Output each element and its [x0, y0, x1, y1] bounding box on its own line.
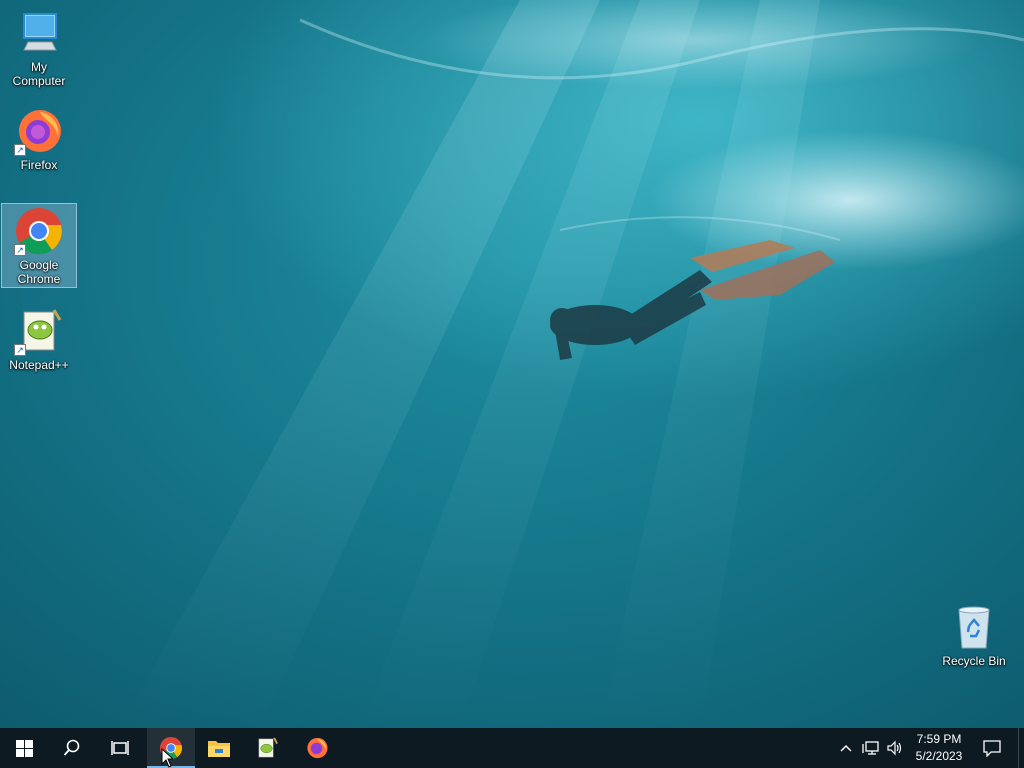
clock[interactable]: 7:59 PM 5/2/2023 [906, 728, 972, 768]
notepadpp-icon: ↗ [14, 306, 64, 356]
volume-button[interactable] [884, 728, 906, 768]
shortcut-arrow-icon: ↗ [14, 144, 26, 156]
desktop-icon-label: Google Chrome [17, 258, 61, 286]
show-hidden-icons-button[interactable] [836, 728, 856, 768]
shortcut-arrow-icon: ↗ [14, 344, 26, 356]
start-button[interactable] [0, 728, 48, 768]
desktop-icon-label: Recycle Bin [942, 654, 1006, 668]
desktop-icon-my-computer[interactable]: My Computer [1, 6, 77, 88]
desktop-icon-label: My Computer [12, 60, 66, 88]
recycle-bin-icon [949, 602, 999, 652]
chrome-icon: ↗ [14, 206, 64, 256]
desktop-icon-firefox[interactable]: ↗ Firefox [1, 104, 77, 172]
desktop-icon-notepadpp[interactable]: ↗ Notepad++ [1, 304, 77, 372]
desktop-icon-recycle-bin[interactable]: Recycle Bin [936, 600, 1012, 668]
action-center-button[interactable] [978, 728, 1006, 768]
mouse-cursor-icon [161, 748, 173, 768]
speaker-icon [887, 740, 902, 756]
task-view-button[interactable] [96, 728, 144, 768]
desktop-icon-label: Firefox [20, 158, 58, 172]
network-icon [862, 741, 879, 755]
search-icon [63, 739, 80, 756]
notification-icon [983, 740, 1001, 757]
task-view-icon [111, 741, 129, 755]
firefox-icon: ↗ [14, 106, 64, 156]
file-explorer-icon [208, 741, 230, 757]
clock-date: 5/2/2023 [915, 749, 963, 763]
taskbar: 7:59 PM 5/2/2023 [0, 728, 1024, 768]
windows-logo-icon [15, 739, 33, 757]
desktop-icon-label: Notepad++ [9, 358, 69, 372]
shortcut-arrow-icon: ↗ [14, 244, 26, 256]
taskbar-file-explorer-button[interactable] [195, 728, 243, 768]
search-button[interactable] [48, 728, 96, 768]
computer-icon [14, 8, 64, 58]
chevron-up-icon [840, 744, 852, 752]
show-desktop-button[interactable] [1018, 728, 1024, 768]
notepadpp-icon [258, 737, 278, 758]
desktop-wallpaper [120, 0, 1024, 728]
clock-time: 7:59 PM [916, 732, 962, 746]
network-button[interactable] [858, 728, 884, 768]
desktop-icon-google-chrome[interactable]: ↗ Google Chrome [1, 203, 77, 288]
firefox-icon [307, 737, 328, 759]
taskbar-firefox-button[interactable] [293, 728, 341, 768]
taskbar-notepadpp-button[interactable] [243, 728, 291, 768]
